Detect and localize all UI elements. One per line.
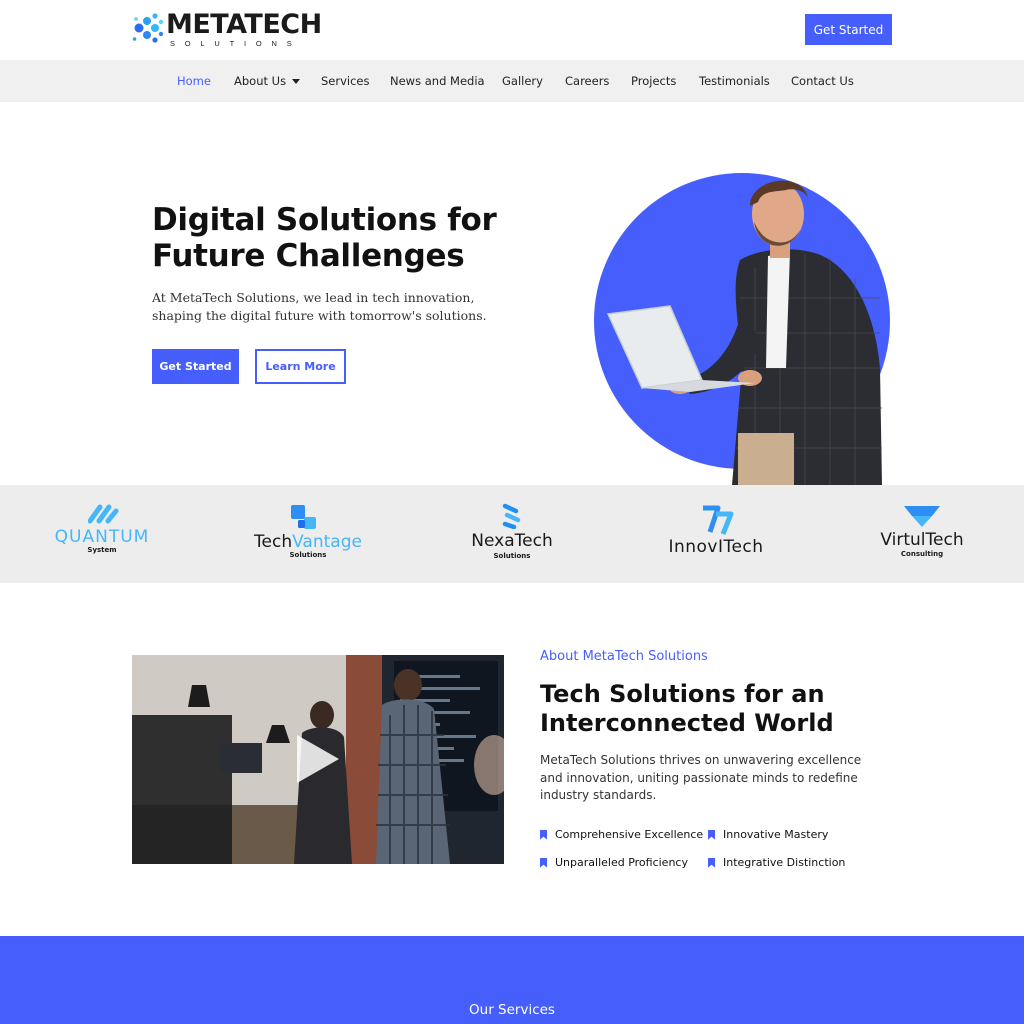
partner-name: QUANTUM — [54, 527, 150, 547]
nav-item-services[interactable]: Services — [321, 60, 370, 102]
bookmark-icon — [708, 857, 715, 868]
nav-item-label: Careers — [565, 74, 610, 88]
hero-description: At MetaTech Solutions, we lead in tech i… — [152, 290, 487, 323]
main-nav: Home About Us Services News and Media Ga… — [0, 60, 1024, 102]
site-logo[interactable]: METATECH SOLUTIONS — [132, 10, 322, 50]
nav-item-testimonials[interactable]: Testimonials — [699, 60, 770, 102]
services-title: Our Services — [469, 1002, 555, 1018]
logo-molecule-icon — [132, 13, 164, 43]
nav-item-label: About Us — [234, 74, 287, 88]
partner-name: VirtulTech — [880, 530, 964, 550]
logo-tagline: SOLUTIONS — [170, 39, 302, 48]
feature-item: Innovative Mastery — [708, 828, 828, 841]
nav-item-contact-us[interactable]: Contact Us — [791, 60, 854, 102]
partner-name: NexaTech — [471, 531, 553, 551]
play-icon[interactable] — [297, 735, 339, 783]
partner-logo-innovitech[interactable]: InnovITech — [660, 485, 772, 583]
about-kicker: About MetaTech Solutions — [540, 649, 708, 664]
chevron-down-icon — [292, 78, 301, 84]
nav-item-label: Services — [321, 74, 370, 88]
partner-logo-techvantage[interactable]: TechVantage Solutions — [242, 485, 374, 583]
nav-item-label: News and Media — [390, 74, 485, 88]
feature-label: Integrative Distinction — [723, 856, 846, 869]
hero-title: Digital Solutions for Future Challenges — [152, 202, 497, 274]
nav-item-label: Projects — [631, 74, 677, 88]
nav-item-label: Contact Us — [791, 74, 854, 88]
nav-item-projects[interactable]: Projects — [631, 60, 676, 102]
nav-item-gallery[interactable]: Gallery — [502, 60, 543, 102]
feature-label: Comprehensive Excellence — [555, 828, 704, 841]
feature-item: Unparalleled Proficiency — [540, 856, 688, 869]
nav-item-label: Gallery — [502, 74, 543, 88]
partner-logos-strip: QUANTUM System TechVantage Solutions Nex… — [0, 485, 1024, 583]
partner-subtitle: Solutions — [493, 552, 531, 560]
bookmark-icon — [708, 829, 715, 840]
site-header: METATECH SOLUTIONS Get Started — [0, 0, 1024, 60]
nav-item-label: Home — [177, 74, 211, 88]
hero-get-started-button[interactable]: Get Started — [152, 349, 239, 384]
feature-item: Integrative Distinction — [708, 856, 845, 869]
partner-name: TechVantage — [242, 533, 374, 551]
partner-name-part: Tech — [254, 532, 293, 552]
partner-logo-quantum[interactable]: QUANTUM System — [52, 485, 152, 583]
header-get-started-button[interactable]: Get Started — [805, 14, 892, 45]
quantum-logo-icon — [88, 504, 119, 524]
virtultech-logo-icon — [904, 506, 940, 527]
about-description: MetaTech Solutions thrives on unwavering… — [540, 753, 862, 802]
feature-item: Comprehensive Excellence — [540, 828, 703, 841]
hero-businessman-image — [594, 173, 890, 485]
about-title: Tech Solutions for an Interconnected Wor… — [540, 680, 834, 737]
feature-label: Innovative Mastery — [723, 828, 829, 841]
partner-subtitle: Solutions — [289, 551, 327, 559]
nav-item-careers[interactable]: Careers — [565, 60, 609, 102]
about-video-player[interactable] — [132, 655, 504, 864]
techvantage-logo-icon — [291, 505, 316, 529]
nexatech-logo-icon — [502, 503, 521, 529]
nav-item-label: Testimonials — [699, 74, 770, 88]
partner-logo-virtultech[interactable]: VirtulTech Consulting — [870, 485, 974, 583]
nav-item-about-us[interactable]: About Us — [234, 60, 301, 102]
bookmark-icon — [540, 857, 547, 868]
partner-logo-nexatech[interactable]: NexaTech Solutions — [462, 485, 562, 583]
nav-item-news-and-media[interactable]: News and Media — [390, 60, 485, 102]
partner-name-part: Vantage — [292, 532, 362, 552]
bookmark-icon — [540, 829, 547, 840]
partner-subtitle: Consulting — [900, 550, 944, 558]
innovitech-logo-icon — [703, 505, 734, 535]
hero-learn-more-button[interactable]: Learn More — [255, 349, 346, 384]
services-section: Our Services — [0, 936, 1024, 1024]
feature-label: Unparalleled Proficiency — [555, 856, 688, 869]
partner-name: InnovITech — [668, 537, 764, 557]
nav-item-home[interactable]: Home — [177, 60, 211, 102]
logo-wordmark: METATECH — [166, 9, 322, 40]
partner-subtitle: System — [87, 546, 117, 554]
